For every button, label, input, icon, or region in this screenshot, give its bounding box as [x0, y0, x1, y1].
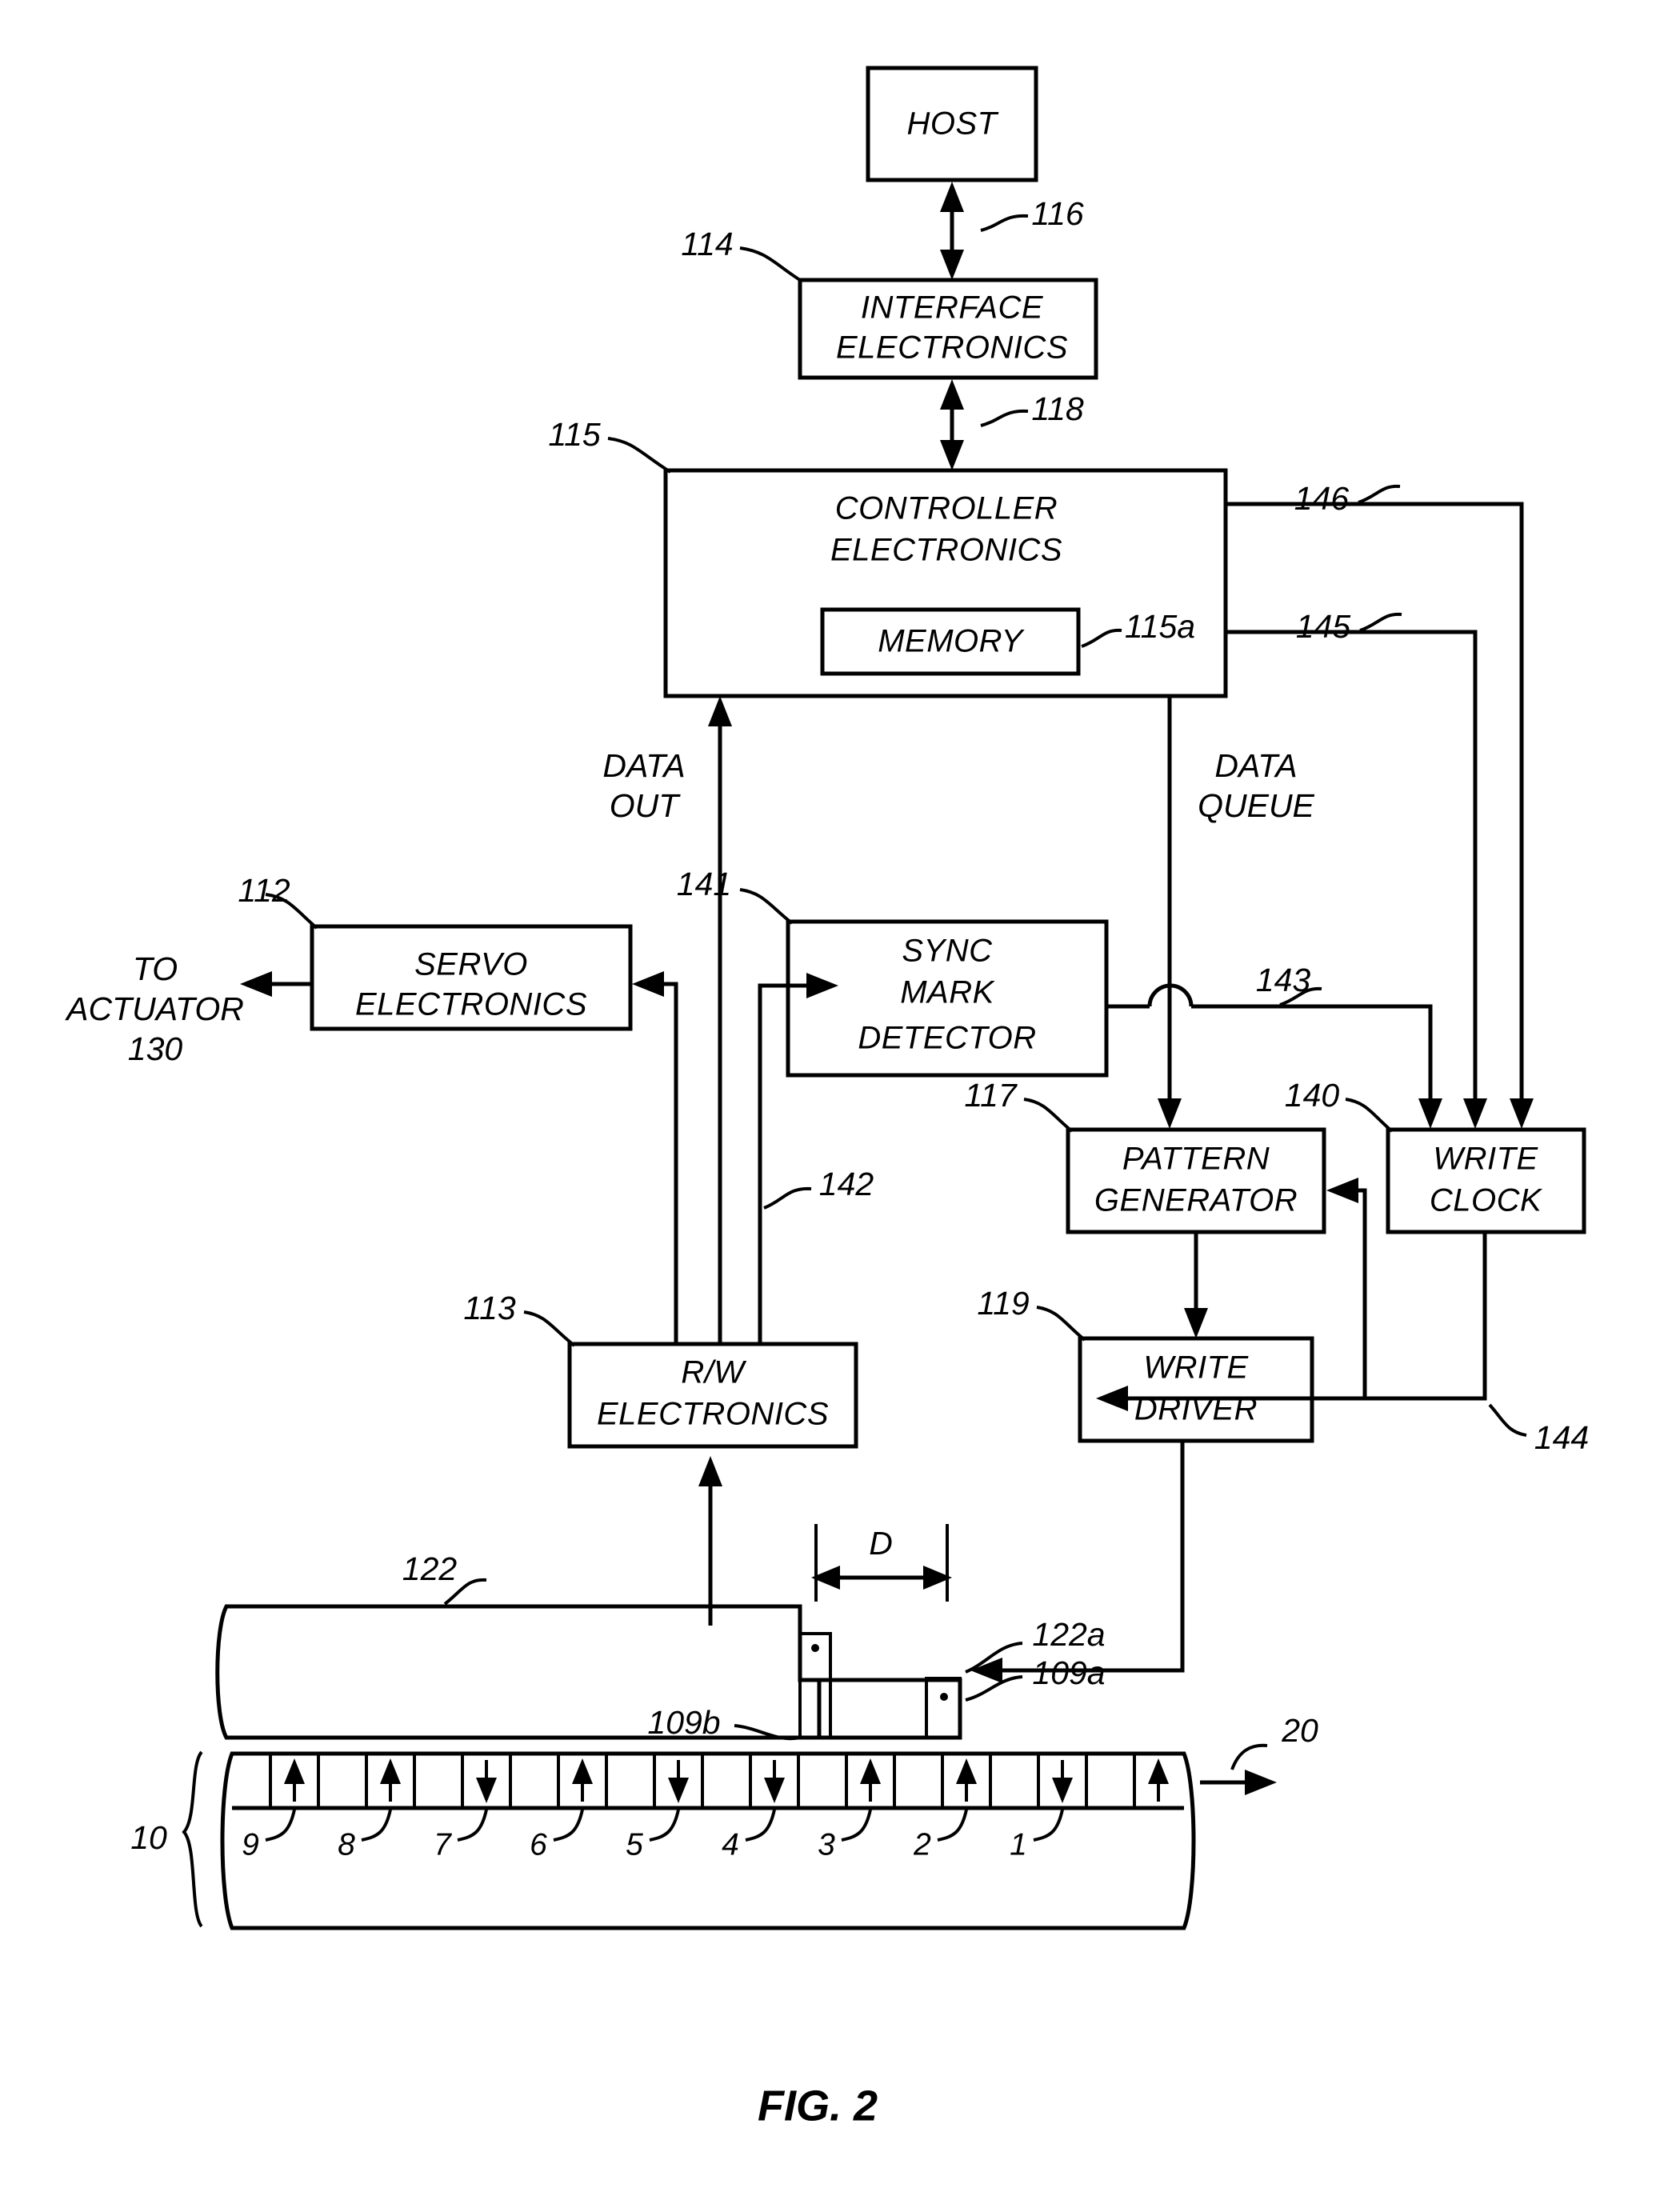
ref-122a: 122a — [1032, 1616, 1105, 1653]
ref-116: 116 — [1031, 195, 1084, 232]
media-cell-number: 3 — [818, 1827, 835, 1862]
interface-electronics-label-2: ELECTRONICS — [836, 330, 1068, 366]
media-cell-number: 8 — [338, 1827, 355, 1862]
servo-electronics-label-1: SERVO — [414, 947, 528, 982]
ref-144: 144 — [1534, 1419, 1589, 1456]
pattern-generator-label-2: GENERATOR — [1094, 1183, 1298, 1218]
write-clock-label-2: CLOCK — [1430, 1183, 1543, 1218]
ref-119: 119 — [977, 1285, 1029, 1322]
servo-electronics-label-2: ELECTRONICS — [355, 987, 587, 1022]
ref-146: 146 — [1294, 480, 1350, 517]
media-cell-number: 9 — [242, 1827, 259, 1862]
media-cell-number: 4 — [722, 1827, 739, 1862]
media-cell-number: 5 — [626, 1827, 643, 1862]
ref-112: 112 — [238, 872, 290, 909]
ref-142: 142 — [819, 1166, 874, 1202]
ref-20: 20 — [1281, 1712, 1318, 1749]
memory-label: MEMORY — [878, 624, 1025, 659]
ref-114: 114 — [681, 226, 733, 262]
data-queue-label-2: QUEUE — [1198, 787, 1314, 824]
media-cell-number: 6 — [530, 1827, 547, 1862]
host-label: HOST — [906, 106, 998, 142]
write-driver-label-1: WRITE — [1143, 1350, 1249, 1386]
ref-122: 122 — [402, 1550, 458, 1587]
ref-145: 145 — [1296, 608, 1351, 645]
to-actuator-label-1: TO — [133, 950, 178, 987]
controller-electronics-label-2: ELECTRONICS — [830, 533, 1062, 568]
to-actuator-label-2: ACTUATOR — [64, 990, 244, 1027]
data-queue-label-1: DATA — [1214, 747, 1297, 784]
write-driver-label-2: DRIVER — [1134, 1392, 1258, 1427]
ref-109b: 109b — [647, 1704, 720, 1741]
media-cell-number: 7 — [434, 1827, 452, 1862]
dimension-label-D: D — [869, 1525, 893, 1562]
rw-electronics-label-2: ELECTRONICS — [597, 1397, 829, 1432]
sync-mark-detector-label-2: MARK — [900, 975, 995, 1010]
to-actuator-label-3: 130 — [128, 1030, 183, 1067]
data-out-label-1: DATA — [602, 747, 685, 784]
data-out-label-2: OUT — [610, 787, 682, 824]
ref-140: 140 — [1285, 1077, 1340, 1114]
sync-mark-detector-label-3: DETECTOR — [858, 1021, 1036, 1056]
write-clock-label-1: WRITE — [1433, 1142, 1538, 1177]
sync-mark-detector-label-1: SYNC — [902, 934, 993, 969]
ref-10: 10 — [130, 1819, 167, 1856]
media-cell-number: 1 — [1010, 1827, 1027, 1862]
patent-figure-2: HOST 116 114 INTERFACE ELECTRONICS 118 1… — [0, 0, 1680, 2208]
interface-electronics-label-1: INTERFACE — [861, 290, 1044, 326]
ref-115: 115 — [548, 416, 601, 453]
ref-113: 113 — [463, 1290, 516, 1326]
ref-115a: 115a — [1125, 608, 1195, 645]
ref-109a: 109a — [1032, 1654, 1105, 1691]
ref-141: 141 — [677, 866, 731, 902]
controller-electronics-label-1: CONTROLLER — [835, 491, 1058, 526]
ref-143: 143 — [1256, 962, 1311, 998]
media-cell-number: 2 — [913, 1827, 931, 1862]
ref-117: 117 — [964, 1077, 1018, 1114]
pattern-generator-label-1: PATTERN — [1122, 1142, 1270, 1177]
rw-electronics-label-1: R/W — [681, 1355, 746, 1390]
ref-118: 118 — [1031, 390, 1084, 427]
figure-caption: FIG. 2 — [758, 2082, 878, 2130]
figure-text-layer: HOST 116 114 INTERFACE ELECTRONICS 118 1… — [64, 106, 1589, 2130]
